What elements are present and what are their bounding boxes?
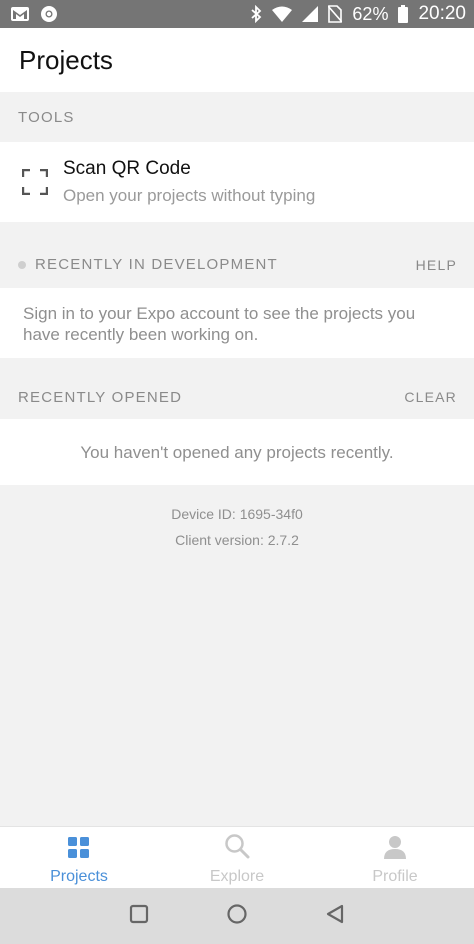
gmail-icon — [10, 6, 30, 22]
qr-scan-icon — [21, 168, 49, 196]
recent-dev-section-header: RECENTLY IN DEVELOPMENT HELP — [0, 242, 474, 287]
recent-dev-heading: RECENTLY IN DEVELOPMENT — [35, 256, 278, 273]
tab-profile-label: Profile — [372, 868, 418, 885]
chrome-icon — [40, 5, 58, 23]
tab-explore-label: Explore — [209, 868, 265, 885]
no-projects-message: You haven't opened any projects recently… — [80, 442, 394, 462]
recent-opened-card: You haven't opened any projects recently… — [0, 419, 474, 485]
grid-icon — [68, 837, 90, 864]
signal-icon — [302, 6, 319, 22]
scan-qr-code-item[interactable]: Scan QR Code Open your projects without … — [0, 142, 474, 222]
page-title: Projects — [19, 44, 113, 75]
system-navigation-bar — [0, 888, 474, 944]
client-version: Client version: 2.7.2 — [175, 532, 299, 548]
tab-explore[interactable]: Explore — [158, 827, 316, 889]
tab-projects[interactable]: Projects — [0, 827, 158, 889]
battery-icon — [398, 5, 409, 23]
bottom-tab-bar: Projects Explore Profile — [0, 826, 474, 889]
tab-projects-label: Projects — [50, 868, 108, 885]
recent-dev-card: Sign in to your Expo account to see the … — [0, 288, 474, 358]
help-button[interactable]: HELP — [416, 257, 457, 273]
tab-profile[interactable]: Profile — [316, 827, 474, 889]
sign-in-message: Sign in to your Expo account to see the … — [23, 304, 416, 344]
tools-section-header: TOOLS — [0, 92, 474, 142]
bluetooth-icon — [250, 5, 262, 23]
app-header: Projects — [0, 28, 474, 92]
tools-heading: TOOLS — [18, 108, 75, 126]
recent-opened-heading: RECENTLY OPENED — [18, 388, 183, 406]
recents-button[interactable] — [129, 904, 149, 929]
device-id: Device ID: 1695-34f0 — [171, 506, 303, 522]
no-sim-icon — [328, 5, 343, 23]
clock: 20:20 — [418, 3, 466, 24]
clear-button[interactable]: CLEAR — [404, 389, 457, 405]
search-icon — [224, 833, 250, 864]
scan-qr-subtitle: Open your projects without typing — [63, 186, 316, 205]
person-icon — [384, 835, 406, 864]
status-dot-icon — [18, 260, 26, 269]
battery-percent: 62% — [352, 3, 389, 24]
scan-qr-title: Scan QR Code — [63, 158, 191, 179]
status-bar: 62% 20:20 — [0, 0, 474, 28]
back-button[interactable] — [325, 904, 345, 929]
home-button[interactable] — [226, 903, 248, 930]
wifi-icon — [272, 6, 293, 22]
recent-opened-section-header: RECENTLY OPENED CLEAR — [0, 376, 474, 418]
